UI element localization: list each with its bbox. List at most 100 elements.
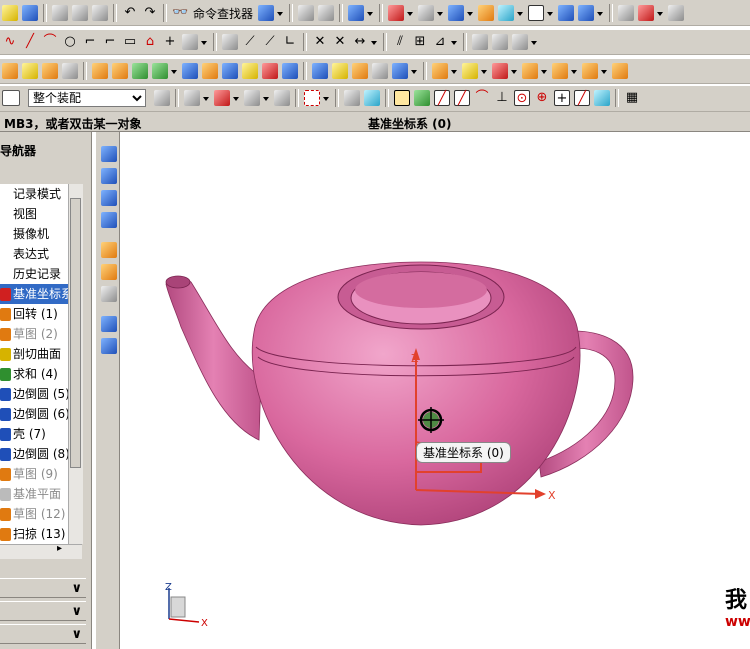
layer-icon[interactable] — [478, 5, 495, 21]
navigator-item[interactable]: 基准坐标系 — [0, 284, 68, 304]
auto-constraint-icon[interactable]: ✕ — [332, 34, 348, 50]
navigator-item[interactable]: 草图 (9) — [0, 464, 68, 484]
shell-tool-icon[interactable] — [282, 63, 298, 79]
measure-icon[interactable] — [668, 5, 685, 21]
cube-view-dropdown[interactable] — [466, 5, 474, 21]
snap-point-on-face-icon[interactable] — [594, 90, 610, 106]
alternate-dropdown[interactable] — [530, 34, 537, 50]
constraint-icon[interactable]: ✕ — [312, 34, 328, 50]
extend-icon[interactable]: ⟋ — [262, 34, 278, 50]
cut-icon[interactable] — [52, 5, 68, 21]
graphics-viewport[interactable]: Z X Z X 基准坐标系 (0) 我 ww — [121, 132, 750, 649]
scroll-right-icon[interactable]: ▸ — [57, 543, 62, 554]
select-icon[interactable] — [348, 5, 365, 21]
split-body-icon[interactable] — [372, 63, 388, 79]
snap-point-icon[interactable] — [184, 90, 200, 106]
intersect-icon[interactable] — [222, 63, 238, 79]
assembly-filter-select[interactable]: 整个装配 — [28, 89, 146, 107]
arc-icon[interactable]: ⌒ — [42, 34, 58, 50]
open-folder-icon[interactable] — [2, 5, 18, 21]
unite-tool-icon[interactable] — [182, 63, 198, 79]
wrap-icon[interactable] — [522, 63, 538, 79]
select-face-icon[interactable] — [364, 90, 380, 106]
emboss-dropdown[interactable] — [570, 63, 577, 79]
navigator-item[interactable]: 剖切曲面 — [0, 344, 68, 364]
table-icon[interactable] — [388, 5, 405, 21]
pattern-icon[interactable]: ⊞ — [412, 34, 428, 50]
wcs-dropdown[interactable] — [596, 5, 604, 21]
undo-icon[interactable]: ↶ — [122, 5, 138, 21]
pocket-icon[interactable] — [112, 63, 128, 79]
scroll-thumb[interactable] — [70, 198, 81, 468]
rectangle-select-icon[interactable] — [304, 90, 320, 106]
navigator-item[interactable]: 历史记录 — [0, 264, 68, 284]
snap-point-on-curve-icon[interactable]: ╱ — [574, 90, 590, 106]
pick-icon[interactable] — [244, 90, 260, 106]
accordion-panel-1[interactable]: ∨ — [0, 578, 86, 598]
select-filter-dropdown[interactable] — [232, 90, 239, 106]
chamfer-icon[interactable]: ⌐ — [102, 34, 118, 50]
copy-icon[interactable] — [72, 5, 88, 21]
navigator-item[interactable]: 回转 (1) — [0, 304, 68, 324]
thicken-icon[interactable] — [582, 63, 598, 79]
studio-spline-icon[interactable] — [182, 34, 198, 50]
display-constraints-icon[interactable] — [472, 34, 488, 50]
rectangle-select-dropdown[interactable] — [322, 90, 329, 106]
snap-enable-icon[interactable] — [394, 90, 410, 106]
navigator-item[interactable]: 视图 — [0, 204, 68, 224]
edge-blend-tool-icon[interactable] — [242, 63, 258, 79]
circle-icon[interactable]: ○ — [62, 34, 78, 50]
snap-midpoint-icon[interactable]: ╱ — [454, 90, 470, 106]
groove-icon[interactable] — [132, 63, 148, 79]
section-dropdown[interactable] — [516, 5, 524, 21]
polygon-icon[interactable]: ⌂ — [142, 34, 158, 50]
type-filter-dropdown[interactable] — [2, 90, 20, 106]
reuse-library-icon[interactable] — [101, 212, 117, 228]
grid-icon[interactable]: ▦ — [624, 90, 640, 106]
part-navigator-icon[interactable] — [101, 190, 117, 206]
hole-icon[interactable] — [42, 63, 58, 79]
scale-dropdown[interactable] — [510, 63, 517, 79]
info-icon[interactable] — [618, 5, 635, 21]
trim-body-icon[interactable] — [352, 63, 368, 79]
orient-icon[interactable] — [558, 5, 575, 21]
wrap-dropdown[interactable] — [540, 63, 547, 79]
redo-icon[interactable]: ↷ — [142, 5, 158, 21]
render-style-dropdown[interactable] — [436, 5, 444, 21]
chevron-down-icon[interactable]: ∨ — [71, 604, 82, 619]
navigator-item[interactable]: 记录模式 — [0, 184, 68, 204]
wcs-icon[interactable] — [578, 5, 595, 21]
layout-icon[interactable] — [318, 5, 335, 21]
boss-icon[interactable] — [62, 63, 78, 79]
snap-line-icon[interactable]: ╱ — [434, 90, 450, 106]
profile-icon[interactable]: ∿ — [2, 34, 18, 50]
snap-icon[interactable] — [298, 5, 315, 21]
navigator-hscrollbar[interactable]: ▸ — [0, 543, 82, 559]
save-icon[interactable] — [22, 5, 38, 21]
snap-center-icon[interactable]: ⊙ — [514, 90, 530, 106]
navigator-item[interactable]: 草图 (2) — [0, 324, 68, 344]
convert-reference-icon[interactable] — [492, 34, 508, 50]
fillet-icon[interactable]: ⌐ — [82, 34, 98, 50]
accordion-panel-3[interactable]: ∨ — [0, 624, 86, 644]
slot-icon[interactable] — [152, 63, 168, 79]
table-dropdown[interactable] — [406, 5, 414, 21]
navigator-item[interactable]: 草图 (12) — [0, 504, 68, 524]
render-style-icon[interactable] — [418, 5, 435, 21]
chevron-down-icon[interactable]: ∨ — [71, 627, 82, 642]
snap-point-dropdown[interactable] — [202, 90, 209, 106]
patch-dropdown[interactable] — [480, 63, 487, 79]
pad-icon[interactable] — [92, 63, 108, 79]
constraint-navigator-icon[interactable] — [101, 168, 117, 184]
revolve-tool-icon[interactable] — [22, 63, 38, 79]
rectangle-icon[interactable]: ▭ — [122, 34, 138, 50]
scale-body-icon[interactable] — [492, 63, 508, 79]
sew-icon[interactable] — [432, 63, 448, 79]
alternate-solution-icon[interactable] — [512, 34, 528, 50]
select-dropdown[interactable] — [366, 5, 374, 21]
navigator-item[interactable]: 边倒圆 (8) — [0, 444, 68, 464]
slot-dropdown[interactable] — [170, 63, 177, 79]
rectangle-view-icon[interactable] — [528, 5, 545, 21]
more-features-icon[interactable] — [612, 63, 628, 79]
navigator-item[interactable]: 求和 (4) — [0, 364, 68, 384]
